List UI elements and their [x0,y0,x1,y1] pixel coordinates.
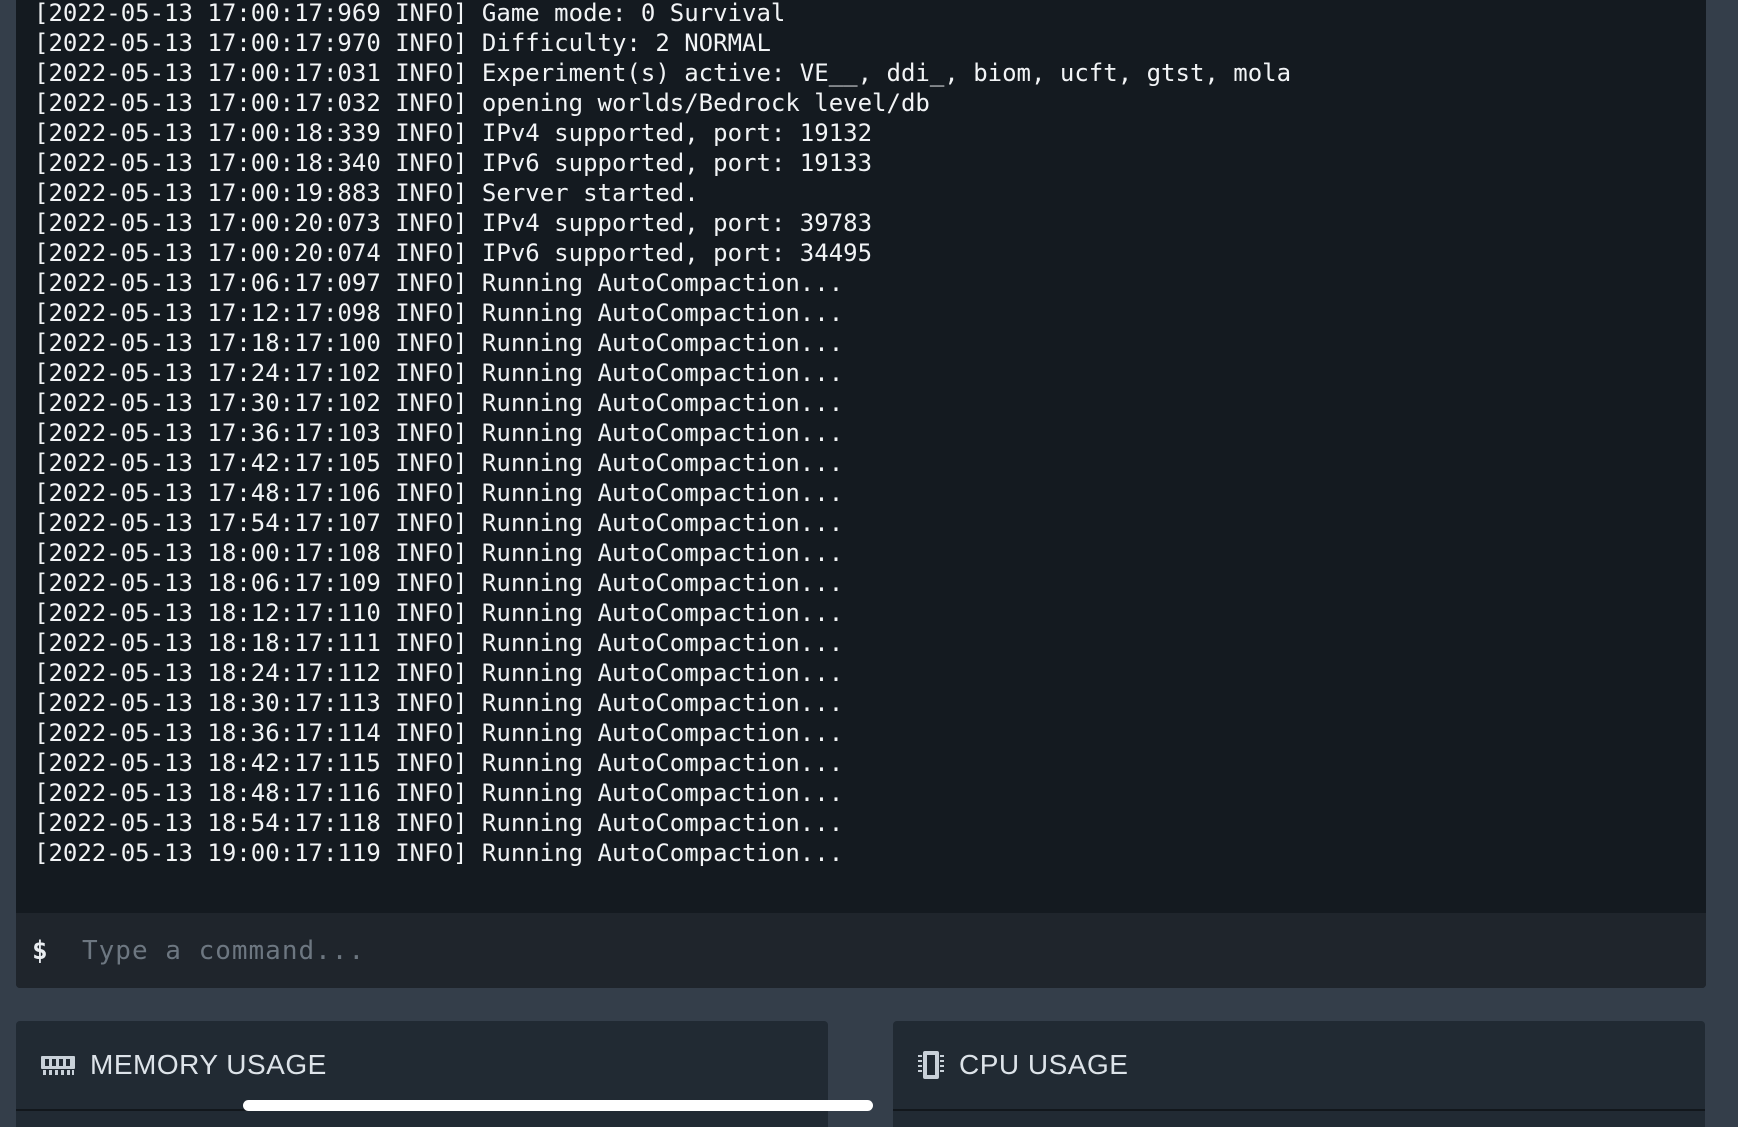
log-line: [2022-05-13 17:18:17:100 INFO] Running A… [34,329,844,357]
log-line: [2022-05-13 17:06:17:097 INFO] Running A… [34,269,844,297]
log-line: [2022-05-13 18:48:17:116 INFO] Running A… [34,779,844,807]
log-line: [2022-05-13 18:12:17:110 INFO] Running A… [34,599,844,627]
home-indicator [243,1100,873,1111]
log-line: [2022-05-13 19:00:17:119 INFO] Running A… [34,839,844,867]
log-line: [2022-05-13 18:00:17:108 INFO] Running A… [34,539,844,567]
memory-icon [40,1053,76,1077]
cpu-usage-card: CPU USAGE [893,1021,1705,1127]
cpu-icon [917,1050,945,1080]
memory-usage-title: MEMORY USAGE [90,1049,327,1080]
log-line: [2022-05-13 18:54:17:118 INFO] Running A… [34,809,844,837]
log-line: [2022-05-13 17:54:17:107 INFO] Running A… [34,509,844,537]
log-line: [2022-05-13 17:00:20:074 INFO] IPv6 supp… [34,239,873,267]
log-line: [2022-05-13 17:00:19:883 INFO] Server st… [34,179,699,207]
log-line: [2022-05-13 17:30:17:102 INFO] Running A… [34,389,844,417]
console-log[interactable]: [2022-05-13 17:00:17:969 INFO] Game mode… [16,0,1706,913]
log-line: [2022-05-13 17:42:17:105 INFO] Running A… [34,449,844,477]
log-line: [2022-05-13 18:30:17:113 INFO] Running A… [34,689,844,717]
log-line: [2022-05-13 17:00:17:970 INFO] Difficult… [34,29,771,57]
log-line: [2022-05-13 17:00:17:969 INFO] Game mode… [34,0,786,27]
log-line: [2022-05-13 17:00:17:031 INFO] Experimen… [34,59,1292,87]
prompt-symbol: $ [32,935,48,966]
memory-usage-card: MEMORY USAGE [16,1021,828,1127]
command-bar: $ [16,913,1706,988]
log-line: [2022-05-13 17:36:17:103 INFO] Running A… [34,419,844,447]
log-line: [2022-05-13 18:36:17:114 INFO] Running A… [34,719,844,747]
log-line: [2022-05-13 17:00:18:339 INFO] IPv4 supp… [34,119,873,147]
console-panel: [2022-05-13 17:00:17:969 INFO] Game mode… [16,0,1706,988]
log-line: [2022-05-13 18:18:17:111 INFO] Running A… [34,629,844,657]
log-line: [2022-05-13 18:24:17:112 INFO] Running A… [34,659,844,687]
log-line: [2022-05-13 17:00:17:032 INFO] opening w… [34,89,930,117]
server-console-page: [2022-05-13 17:00:17:969 INFO] Game mode… [0,0,1738,1127]
log-line: [2022-05-13 18:06:17:109 INFO] Running A… [34,569,844,597]
memory-usage-header: MEMORY USAGE [16,1021,828,1111]
log-line: [2022-05-13 17:48:17:106 INFO] Running A… [34,479,844,507]
log-line: [2022-05-13 17:00:20:073 INFO] IPv4 supp… [34,209,873,237]
log-line: [2022-05-13 17:00:18:340 INFO] IPv6 supp… [34,149,873,177]
cpu-usage-title: CPU USAGE [959,1049,1129,1080]
command-input[interactable] [80,919,1686,982]
log-line: [2022-05-13 17:24:17:102 INFO] Running A… [34,359,844,387]
cpu-usage-header: CPU USAGE [893,1021,1705,1111]
log-line: [2022-05-13 17:12:17:098 INFO] Running A… [34,299,844,327]
log-line: [2022-05-13 18:42:17:115 INFO] Running A… [34,749,844,777]
